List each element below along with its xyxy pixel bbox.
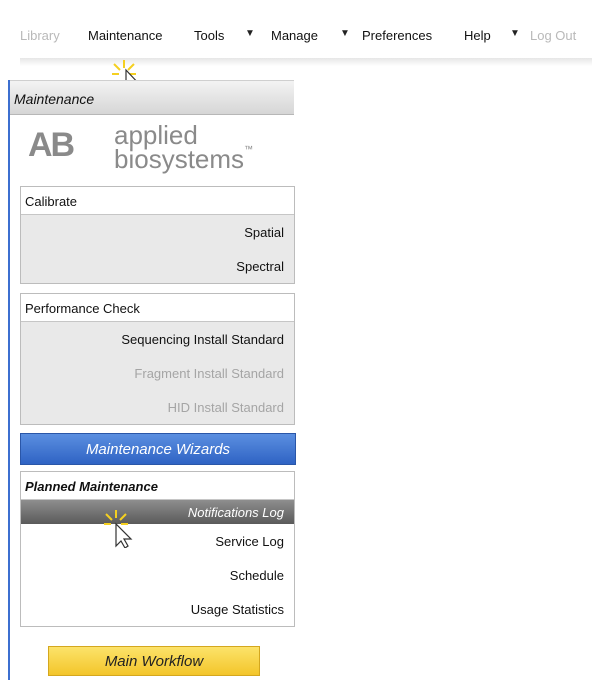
logo-line2-text: biosystems <box>114 144 245 174</box>
top-menu-bar: Library Maintenance Tools ▼ Manage ▼ Pre… <box>0 0 592 70</box>
applied-biosystems-logo: AB applied biosystems™ <box>22 120 292 175</box>
maintenance-wizards-button[interactable]: Maintenance Wizards <box>20 433 296 465</box>
tools-dropdown-arrow-icon[interactable]: ▼ <box>245 28 255 39</box>
notifications-log-label: Notifications Log <box>187 505 284 520</box>
maintenance-wizards-label: Maintenance Wizards <box>85 441 231 458</box>
maintenance-panel: Maintenance AB applied biosystems™ Calib… <box>8 80 296 680</box>
logo-line2: biosystems™ <box>114 144 253 175</box>
logo-mark: AB <box>28 126 75 164</box>
planned-maintenance-heading: Planned Maintenance <box>21 472 294 500</box>
notifications-log[interactable]: Notifications Log <box>21 500 294 524</box>
performance-heading-label: Performance Check <box>25 301 140 316</box>
calibrate-group: Calibrate Spatial Spectral <box>20 186 295 284</box>
panel-title: Maintenance <box>14 91 95 107</box>
calibrate-spectral-label: Spectral <box>236 259 284 274</box>
hid-install-standard-label: HID Install Standard <box>167 400 284 415</box>
mouse-cursor-icon <box>104 510 133 548</box>
main-workflow-button[interactable]: Main Workflow <box>48 646 260 676</box>
menu-shadow <box>20 58 592 66</box>
service-log-label: Service Log <box>215 534 284 549</box>
planned-maintenance-group: Planned Maintenance Notifications Log Se… <box>20 471 295 627</box>
menu-preferences[interactable]: Preferences <box>362 28 432 43</box>
schedule-label: Schedule <box>229 568 284 583</box>
sequencing-install-standard-label: Sequencing Install Standard <box>121 332 284 347</box>
fragment-install-standard-label: Fragment Install Standard <box>134 366 284 381</box>
service-log[interactable]: Service Log <box>21 524 294 558</box>
calibrate-spatial[interactable]: Spatial <box>21 215 294 249</box>
hid-install-standard: HID Install Standard <box>21 390 294 424</box>
calibrate-spatial-label: Spatial <box>244 225 284 240</box>
planned-maintenance-heading-label: Planned Maintenance <box>25 479 158 494</box>
menu-manage[interactable]: Manage <box>271 28 318 43</box>
menu-library[interactable]: Library <box>20 28 60 43</box>
menu-help[interactable]: Help <box>464 28 491 43</box>
schedule[interactable]: Schedule <box>21 558 294 592</box>
menu-tools[interactable]: Tools <box>194 28 224 43</box>
usage-statistics[interactable]: Usage Statistics <box>21 592 294 626</box>
sequencing-install-standard[interactable]: Sequencing Install Standard <box>21 322 294 356</box>
menu-log-out[interactable]: Log Out <box>530 28 576 43</box>
menu-maintenance[interactable]: Maintenance <box>88 28 162 43</box>
logo-trademark: ™ <box>244 144 254 154</box>
performance-check-group: Performance Check Sequencing Install Sta… <box>20 293 295 425</box>
calibrate-heading-label: Calibrate <box>25 194 78 209</box>
manage-dropdown-arrow-icon[interactable]: ▼ <box>340 28 350 39</box>
help-dropdown-arrow-icon[interactable]: ▼ <box>510 28 520 39</box>
usage-statistics-label: Usage Statistics <box>190 602 284 617</box>
calibrate-spectral[interactable]: Spectral <box>21 249 294 283</box>
menu-bar: Library Maintenance Tools ▼ Manage ▼ Pre… <box>0 28 592 46</box>
panel-title-bar: Maintenance <box>10 80 294 115</box>
performance-heading: Performance Check <box>21 294 294 322</box>
calibrate-heading: Calibrate <box>21 187 294 215</box>
fragment-install-standard: Fragment Install Standard <box>21 356 294 390</box>
main-workflow-label: Main Workflow <box>104 653 204 670</box>
